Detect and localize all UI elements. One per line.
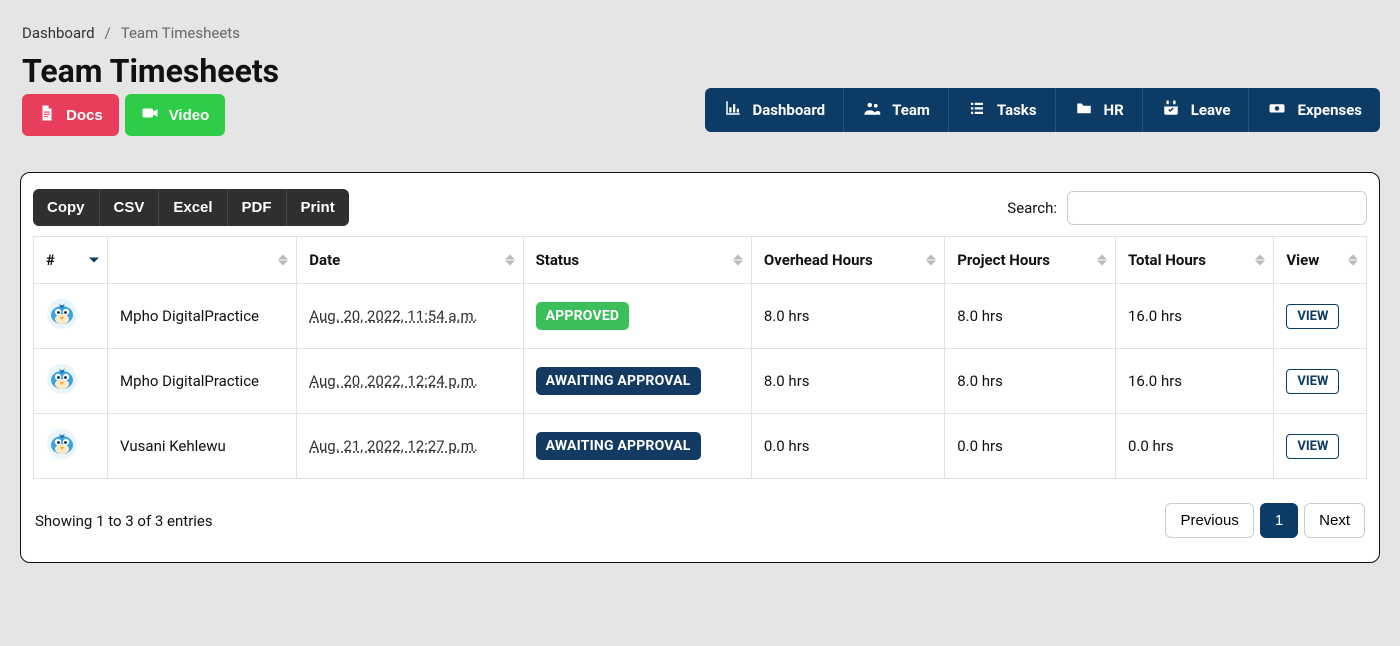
timesheet-card: Copy CSV Excel PDF Print Search: # (20, 172, 1380, 563)
video-icon (141, 104, 159, 126)
cell-total: 0.0 hrs (1115, 414, 1273, 479)
view-button[interactable]: VIEW (1286, 304, 1339, 329)
cell-name: Mpho DigitalPractice (108, 284, 297, 349)
nav-hr[interactable]: HR (1056, 88, 1143, 132)
col-view[interactable]: View (1274, 237, 1367, 284)
nav-expenses[interactable]: Expenses (1249, 88, 1380, 132)
money-icon (1267, 99, 1287, 121)
sort-icon (1097, 255, 1107, 266)
view-button[interactable]: VIEW (1286, 434, 1339, 459)
chart-icon (723, 99, 743, 121)
breadcrumb: Dashboard / Team Timesheets (20, 16, 1380, 50)
nav-dashboard[interactable]: Dashboard (705, 88, 845, 132)
calendar-icon (1161, 99, 1181, 121)
pager-page-1[interactable]: 1 (1260, 503, 1298, 538)
col-overhead[interactable]: Overhead Hours (751, 237, 944, 284)
list-icon (967, 99, 987, 121)
col-total[interactable]: Total Hours (1115, 237, 1273, 284)
col-name[interactable] (108, 237, 297, 284)
nav-label: Dashboard (753, 101, 826, 119)
cell-overhead: 0.0 hrs (751, 414, 944, 479)
timesheet-table: # Date Status (33, 236, 1367, 479)
date-link[interactable]: Aug. 20, 2022, 12:24 p.m. (309, 372, 478, 390)
nav-label: Expenses (1297, 101, 1362, 119)
cell-name: Mpho DigitalPractice (108, 349, 297, 414)
copy-button[interactable]: Copy (33, 189, 100, 226)
pager: Previous 1 Next (1165, 503, 1365, 538)
status-badge: AWAITING APPROVAL (536, 432, 701, 460)
csv-button[interactable]: CSV (100, 189, 160, 226)
pager-previous[interactable]: Previous (1165, 503, 1253, 538)
col-date[interactable]: Date (297, 237, 523, 284)
print-button[interactable]: Print (287, 189, 349, 226)
nav-label: Leave (1191, 101, 1231, 119)
pdf-button[interactable]: PDF (228, 189, 287, 226)
nav-tasks[interactable]: Tasks (949, 88, 1056, 132)
cell-total: 16.0 hrs (1115, 349, 1273, 414)
cell-overhead: 8.0 hrs (751, 349, 944, 414)
col-status[interactable]: Status (523, 237, 751, 284)
entries-info: Showing 1 to 3 of 3 entries (35, 512, 213, 530)
avatar (46, 428, 78, 460)
cell-project: 0.0 hrs (945, 414, 1116, 479)
sort-icon (505, 255, 515, 266)
table-row: Mpho DigitalPractice Aug. 20, 2022, 11:54… (34, 284, 1367, 349)
export-button-group: Copy CSV Excel PDF Print (33, 189, 349, 226)
excel-button[interactable]: Excel (159, 189, 227, 226)
sort-icon (1348, 255, 1358, 266)
top-nav: Dashboard Team Tasks HR Leave Expenses (705, 88, 1381, 132)
sort-icon (733, 255, 743, 266)
nav-label: Tasks (997, 101, 1037, 119)
cell-overhead: 8.0 hrs (751, 284, 944, 349)
sort-asc-icon (89, 258, 99, 263)
cell-total: 16.0 hrs (1115, 284, 1273, 349)
page-title: Team Timesheets (22, 52, 279, 90)
breadcrumb-root-link[interactable]: Dashboard (22, 24, 95, 42)
nav-team[interactable]: Team (844, 88, 949, 132)
view-button[interactable]: VIEW (1286, 369, 1339, 394)
sort-icon (1255, 255, 1265, 266)
status-badge: APPROVED (536, 302, 630, 330)
search-label: Search: (1007, 199, 1057, 217)
status-badge: AWAITING APPROVAL (536, 367, 701, 395)
breadcrumb-sep: / (105, 24, 111, 42)
date-link[interactable]: Aug. 21, 2022, 12:27 p.m. (309, 437, 478, 455)
cell-project: 8.0 hrs (945, 284, 1116, 349)
document-icon (38, 104, 56, 126)
folder-icon (1074, 99, 1094, 121)
search-input[interactable] (1067, 191, 1367, 225)
nav-leave[interactable]: Leave (1143, 88, 1250, 132)
col-index[interactable]: # (34, 237, 108, 284)
avatar (46, 363, 78, 395)
video-button-label: Video (169, 107, 210, 124)
table-row: Vusani Kehlewu Aug. 21, 2022, 12:27 p.m. A… (34, 414, 1367, 479)
sort-icon (926, 255, 936, 266)
docs-button-label: Docs (66, 107, 103, 124)
date-link[interactable]: Aug. 20, 2022, 11:54 a.m. (309, 307, 477, 325)
nav-label: Team (892, 101, 930, 119)
cell-project: 8.0 hrs (945, 349, 1116, 414)
team-icon (862, 99, 882, 121)
breadcrumb-current: Team Timesheets (121, 24, 240, 42)
video-button[interactable]: Video (125, 94, 226, 136)
table-row: Mpho DigitalPractice Aug. 20, 2022, 12:24… (34, 349, 1367, 414)
pager-next[interactable]: Next (1304, 503, 1365, 538)
sort-icon (278, 255, 288, 266)
cell-name: Vusani Kehlewu (108, 414, 297, 479)
col-project[interactable]: Project Hours (945, 237, 1116, 284)
docs-button[interactable]: Docs (22, 94, 119, 136)
nav-label: HR (1104, 101, 1124, 119)
avatar (46, 298, 78, 330)
